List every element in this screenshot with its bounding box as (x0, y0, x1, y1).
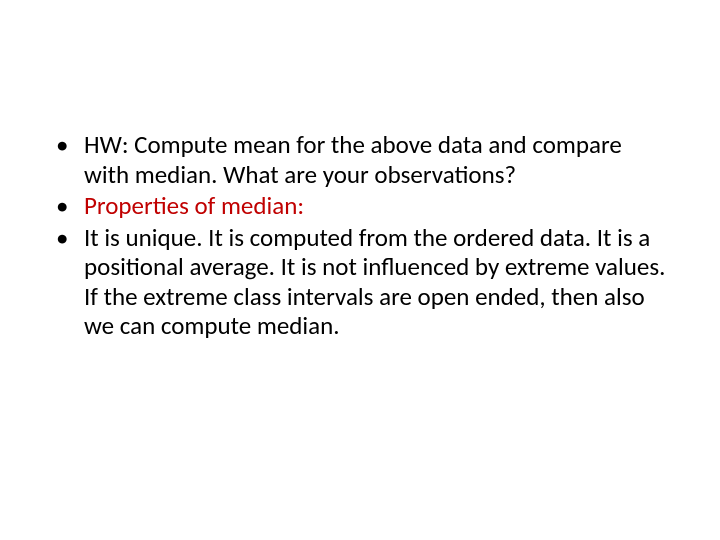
bullet-text: HW: Compute mean for the above data and … (84, 129, 622, 190)
list-item: It is unique. It is computed from the or… (50, 223, 670, 341)
bullet-list: HW: Compute mean for the above data and … (50, 130, 670, 341)
bullet-text: Properties of median: (84, 190, 304, 221)
list-item: Properties of median: (50, 191, 670, 221)
list-item: HW: Compute mean for the above data and … (50, 130, 670, 189)
slide: HW: Compute mean for the above data and … (0, 0, 720, 540)
bullet-text: It is unique. It is computed from the or… (84, 222, 665, 342)
